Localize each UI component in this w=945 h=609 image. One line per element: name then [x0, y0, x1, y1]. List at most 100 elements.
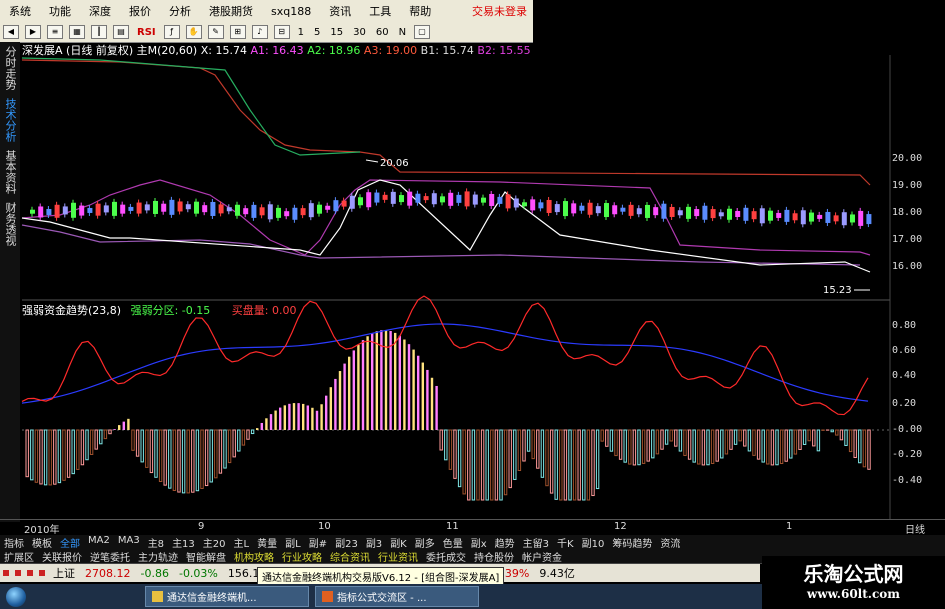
- indicator-bar: [715, 429, 719, 462]
- tab-capital-flow[interactable]: 资流: [656, 535, 684, 550]
- candle-body: [554, 204, 560, 213]
- tab-template[interactable]: 模板: [28, 535, 56, 550]
- tab-subx[interactable]: 副x: [467, 535, 491, 550]
- indicator-bar: [462, 429, 466, 495]
- status-dot-icon: [3, 570, 9, 576]
- indicator-bar: [632, 429, 637, 466]
- indicator-bar: [701, 429, 706, 466]
- candle-body: [317, 204, 322, 214]
- tab-smart-analysis[interactable]: 智能解盘: [182, 549, 230, 564]
- indicator-bar: [669, 429, 673, 442]
- indicator-bar: [57, 429, 62, 484]
- indicator-bar: [540, 429, 545, 478]
- tab-sub23[interactable]: 副23: [331, 535, 362, 550]
- tab-main13[interactable]: 主13: [168, 535, 199, 550]
- candle-body: [349, 195, 355, 209]
- indicator-bar: [729, 429, 733, 450]
- tab-chip-trend[interactable]: 筹码趋势: [608, 535, 656, 550]
- tab-all[interactable]: 全部: [56, 535, 84, 550]
- indicator-bar: [384, 330, 388, 430]
- task-tdx[interactable]: 通达信金融终端机...: [145, 586, 309, 607]
- candle-body: [161, 203, 167, 212]
- task-forum[interactable]: 指标公式交流区 - ...: [315, 586, 479, 607]
- tab-indicator[interactable]: 指标: [0, 535, 28, 550]
- indicator-name[interactable]: 强弱资金趋势(23,8): [22, 304, 121, 317]
- a2-value: 18.96: [328, 44, 361, 57]
- period-label: (日线 前复权): [66, 44, 134, 57]
- start-button[interactable]: [0, 584, 32, 609]
- ind-tick-080: 0.80: [892, 320, 917, 331]
- tab-sub10[interactable]: 副10: [578, 535, 609, 550]
- indicator-bar: [664, 429, 669, 445]
- indicator-bar: [651, 429, 655, 459]
- tab-ma3[interactable]: MA3: [114, 535, 144, 549]
- indicator-bar: [513, 429, 517, 480]
- tab-yellow-vol[interactable]: 黄量: [253, 535, 281, 550]
- envelope-lines: [21, 57, 871, 273]
- indicator-bar: [246, 429, 250, 440]
- candle-body: [563, 201, 568, 217]
- candle-body: [833, 215, 839, 222]
- tab-main-track[interactable]: 主力轨迹: [134, 549, 182, 564]
- main-indicator-label[interactable]: 主M(20,60): [137, 44, 198, 57]
- candle-body: [595, 206, 601, 214]
- candle-body: [267, 204, 273, 220]
- indicator-bar: [71, 429, 75, 475]
- indicator-bar: [444, 429, 448, 461]
- tab-reverse-order[interactable]: 逆笔委托: [86, 549, 134, 564]
- tab-general-news[interactable]: 综合资讯: [326, 549, 374, 564]
- tab-main20[interactable]: 主20: [199, 535, 230, 550]
- indicator-bar: [265, 418, 268, 430]
- indicator-bar: [485, 429, 489, 501]
- indicator-bar: [30, 429, 34, 481]
- candle-body: [522, 202, 527, 207]
- stock-name[interactable]: 深发展A: [22, 44, 63, 57]
- indicator-bar: [421, 362, 424, 430]
- candle-body: [169, 199, 175, 215]
- a1-label: A1:: [250, 44, 269, 57]
- indicator-bar: [577, 429, 581, 501]
- indicator-bar: [752, 429, 756, 456]
- x-label: X:: [200, 44, 212, 57]
- tab-extension[interactable]: 扩展区: [0, 549, 38, 564]
- indicator-bar: [131, 429, 135, 451]
- indicator-bar: [315, 410, 319, 430]
- indicator-bar: [127, 418, 130, 430]
- tab-ma2[interactable]: MA2: [84, 535, 114, 549]
- indicator-bar: [375, 331, 378, 430]
- tab-institution-strategy[interactable]: 机构攻略: [230, 549, 278, 564]
- candle-body: [71, 202, 76, 218]
- tab-sub3[interactable]: 副3: [362, 535, 386, 550]
- tab-related-quote[interactable]: 关联报价: [38, 549, 86, 564]
- tab-industry-strategy[interactable]: 行业攻略: [278, 549, 326, 564]
- indicator-bar: [687, 429, 692, 460]
- tab-main8[interactable]: 主8: [144, 535, 168, 550]
- indicator-bar: [371, 333, 374, 430]
- tab-thousand-k[interactable]: 千K: [553, 535, 578, 550]
- tab-trend[interactable]: 趋势: [491, 535, 519, 550]
- tab-main-stay3[interactable]: 主留3: [519, 535, 553, 550]
- indicator-bar: [407, 344, 411, 430]
- indicator-bar: [204, 429, 209, 487]
- indicator-bar: [743, 429, 747, 447]
- candle-body: [177, 201, 183, 212]
- chart-area[interactable]: 20.06 15.23: [0, 0, 945, 520]
- tab-industry-news[interactable]: 行业资讯: [374, 549, 422, 564]
- index-name: 上证: [53, 567, 75, 580]
- indicator-bar: [311, 407, 314, 430]
- time-unit: 日线: [905, 525, 925, 536]
- tab-mainl[interactable]: 主L: [230, 535, 254, 550]
- tab-color-vol[interactable]: 色量: [439, 535, 467, 550]
- tab-subk[interactable]: 副K: [386, 535, 411, 550]
- tab-sub-hash[interactable]: 副#: [305, 535, 331, 550]
- candle-body: [79, 205, 85, 216]
- tab-order-fill[interactable]: 委托成交: [422, 549, 470, 564]
- indicator-bar: [480, 429, 485, 501]
- indicator-bar: [467, 429, 471, 501]
- tab-subl[interactable]: 副L: [281, 535, 305, 550]
- tab-account-funds[interactable]: 帐户资金: [518, 549, 566, 564]
- candle-body: [759, 208, 765, 224]
- ind-tick-020: 0.20: [892, 398, 917, 409]
- tab-holdings[interactable]: 持仓股份: [470, 549, 518, 564]
- tab-sub-multi[interactable]: 副多: [411, 535, 439, 550]
